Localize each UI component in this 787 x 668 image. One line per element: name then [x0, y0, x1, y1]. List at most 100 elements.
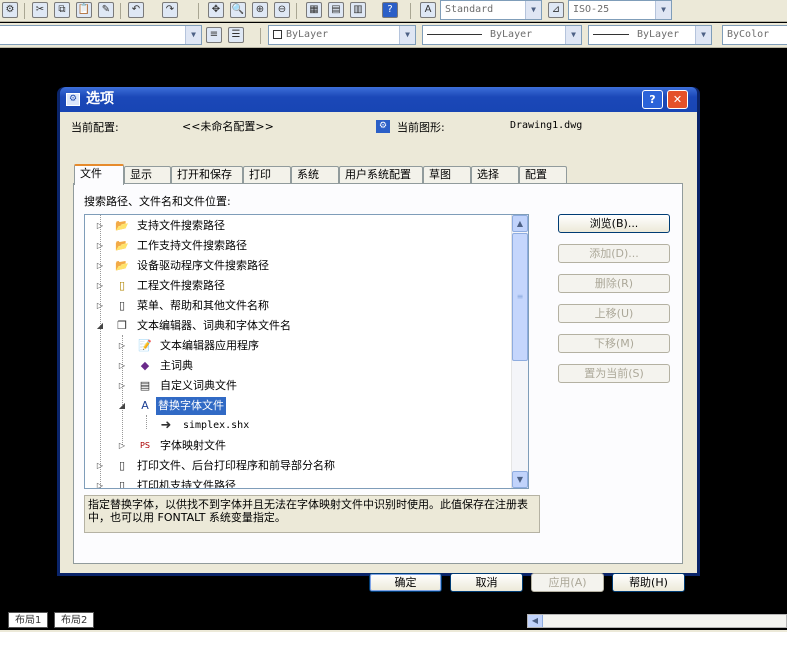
paste-icon[interactable]: 📋 — [76, 2, 92, 18]
tab-display[interactable]: 显示 — [124, 166, 171, 184]
scroll-down-icon[interactable]: ▼ — [512, 471, 528, 488]
tree-item-label: 文本编辑器应用程序 — [160, 339, 259, 352]
command-area[interactable] — [0, 630, 787, 668]
tree-item[interactable]: ▷ ▯ 打印机支持文件路径 — [85, 477, 510, 488]
expand-icon[interactable]: ▷ — [95, 477, 105, 488]
chevron-down-icon: ▼ — [565, 26, 581, 44]
redo-icon[interactable]: ↷ — [162, 2, 178, 18]
move-down-button[interactable]: 下移(M) — [558, 334, 670, 353]
move-up-button[interactable]: 上移(U) — [558, 304, 670, 323]
tab-open-save[interactable]: 打开和保存 — [171, 166, 243, 184]
options-dialog: ⚙ 选项 ? ✕ 当前配置: <<未命名配置>> ⚙ 当前图形: Drawing… — [57, 87, 700, 592]
scroll-up-icon[interactable]: ▲ — [512, 215, 528, 232]
expand-icon[interactable]: ▷ — [117, 437, 127, 455]
tab-selection[interactable]: 选择 — [471, 166, 519, 184]
scroll-left-icon[interactable]: ◀ — [528, 615, 543, 627]
text-style-icon[interactable]: A — [420, 2, 436, 18]
text-style-select[interactable]: Standard ▼ — [440, 0, 542, 20]
tree-item[interactable]: ➜ simplex.shx — [85, 417, 510, 435]
set-current-button[interactable]: 置为当前(S) — [558, 364, 670, 383]
zoom-window-icon[interactable]: ⊕ — [252, 2, 268, 18]
zoom-previous-icon[interactable]: ⊖ — [274, 2, 290, 18]
dim-style-select[interactable]: ISO-25 ▼ — [568, 0, 672, 20]
tree-item[interactable]: ◢ ❐ 文本编辑器、词典和字体文件名 — [85, 317, 510, 335]
tab-drafting[interactable]: 草图 — [423, 166, 471, 184]
tree-item[interactable]: ▷ ▯ 菜单、帮助和其他文件名称 — [85, 297, 510, 315]
standard-toolbar: ⚙ ✂ ⧉ 📋 ✎ ↶ ↷ ✥ 🔍 ⊕ ⊖ ▦ ▤ ▥ ? A Standard… — [0, 0, 787, 22]
font-file-icon: A — [141, 399, 149, 412]
color-swatch — [273, 29, 282, 39]
layer-previous-icon[interactable]: ≡ — [206, 27, 222, 43]
file-tree[interactable]: ▷ 📂 支持文件搜索路径 ▷ 📂 工作支持文件搜索路径 ▷ 📂 设备驱动程序文件… — [84, 214, 529, 489]
help-icon[interactable]: ? — [382, 2, 398, 18]
expand-icon[interactable]: ▷ — [117, 357, 127, 375]
design-center-icon[interactable]: ▤ — [328, 2, 344, 18]
plotstyle-select[interactable]: ByColor — [722, 25, 787, 45]
expand-icon[interactable]: ▷ — [95, 277, 105, 295]
close-button[interactable]: ✕ — [667, 90, 688, 109]
layout-tab-1[interactable]: 布局1 — [8, 612, 49, 628]
drawing-hscrollbar[interactable]: ◀ — [527, 614, 787, 628]
expand-icon[interactable]: ▷ — [117, 337, 127, 355]
tree-item[interactable]: ▷ PS 字体映射文件 — [85, 437, 510, 455]
ok-button[interactable]: 确定 — [369, 573, 442, 592]
tree-scrollbar[interactable]: ▲ ≡ ▼ — [511, 215, 528, 488]
tree-item-label: 菜单、帮助和其他文件名称 — [137, 299, 269, 312]
lineweight-select[interactable]: ByLayer ▼ — [588, 25, 712, 45]
expand-icon[interactable]: ▷ — [95, 237, 105, 255]
layer-manager-icon[interactable]: ☰ — [228, 27, 244, 43]
scroll-thumb[interactable]: ≡ — [512, 233, 528, 361]
cancel-button[interactable]: 取消 — [450, 573, 523, 592]
tab-user-preferences[interactable]: 用户系统配置 — [339, 166, 423, 184]
expand-icon[interactable]: ▷ — [95, 457, 105, 475]
copy-icon[interactable]: ⧉ — [54, 2, 70, 18]
properties-icon[interactable]: ▦ — [306, 2, 322, 18]
zoom-realtime-icon[interactable]: 🔍 — [230, 2, 246, 18]
pan-icon[interactable]: ✥ — [208, 2, 224, 18]
dim-style-icon[interactable]: ⊿ — [548, 2, 564, 18]
tab-files[interactable]: 文件 — [74, 164, 124, 185]
help-button[interactable]: 帮助(H) — [612, 573, 685, 592]
text-style-value: Standard — [445, 4, 494, 15]
tree-item[interactable]: ▷ 📂 支持文件搜索路径 — [85, 217, 510, 235]
dialog-titlebar[interactable]: ⚙ 选项 ? ✕ — [60, 87, 697, 112]
tree-item[interactable]: ▷ 📝 文本编辑器应用程序 — [85, 337, 510, 355]
tree-item[interactable]: ▷ ▯ 工程文件搜索路径 — [85, 277, 510, 295]
match-properties-icon[interactable]: ✎ — [98, 2, 114, 18]
cut-icon[interactable]: ✂ — [32, 2, 48, 18]
expand-icon[interactable]: ▷ — [95, 297, 105, 315]
tab-profiles[interactable]: 配置 — [519, 166, 567, 184]
profile-label: 当前配置: — [71, 121, 119, 134]
ps-file-icon: PS — [140, 441, 150, 450]
collapse-icon[interactable]: ◢ — [117, 397, 127, 415]
tree-item[interactable]: ▷ 📂 工作支持文件搜索路径 — [85, 237, 510, 255]
tree-item[interactable]: ▷ ◆ 主词典 — [85, 357, 510, 375]
lineweight-value: ByLayer — [637, 29, 680, 40]
remove-button[interactable]: 删除(R) — [558, 274, 670, 293]
apply-button[interactable]: 应用(A) — [531, 573, 604, 592]
layout-tab-2[interactable]: 布局2 — [54, 612, 95, 628]
color-select[interactable]: ByLayer ▼ — [268, 25, 416, 45]
tree-item[interactable]: ▷ 📂 设备驱动程序文件搜索路径 — [85, 257, 510, 275]
separator — [24, 3, 25, 19]
collapse-icon[interactable]: ◢ — [95, 317, 105, 335]
tree-item-label: 设备驱动程序文件搜索路径 — [137, 259, 269, 272]
expand-icon[interactable]: ▷ — [117, 377, 127, 395]
linetype-select[interactable]: ByLayer ▼ — [422, 25, 582, 45]
tree-item[interactable]: ▷ ▤ 自定义词典文件 — [85, 377, 510, 395]
undo-icon[interactable]: ↶ — [128, 2, 144, 18]
expand-icon[interactable]: ▷ — [95, 257, 105, 275]
tab-system[interactable]: 系统 — [291, 166, 339, 184]
browse-button[interactable]: 浏览(B)... — [558, 214, 670, 233]
tool-palettes-icon[interactable]: ▥ — [350, 2, 366, 18]
linetype-value: ByLayer — [490, 29, 533, 40]
layer-select[interactable]: ▼ — [0, 25, 202, 45]
tree-item[interactable]: ◢ A 替换字体文件 — [85, 397, 510, 415]
app-icon[interactable]: ⚙ — [2, 2, 18, 18]
expand-icon[interactable]: ▷ — [95, 217, 105, 235]
title-help-button[interactable]: ? — [642, 90, 663, 109]
chevron-down-icon: ▼ — [655, 1, 671, 19]
tree-item[interactable]: ▷ ▯ 打印文件、后台打印程序和前导部分名称 — [85, 457, 510, 475]
add-button[interactable]: 添加(D)... — [558, 244, 670, 263]
tab-plot[interactable]: 打印 — [243, 166, 291, 184]
